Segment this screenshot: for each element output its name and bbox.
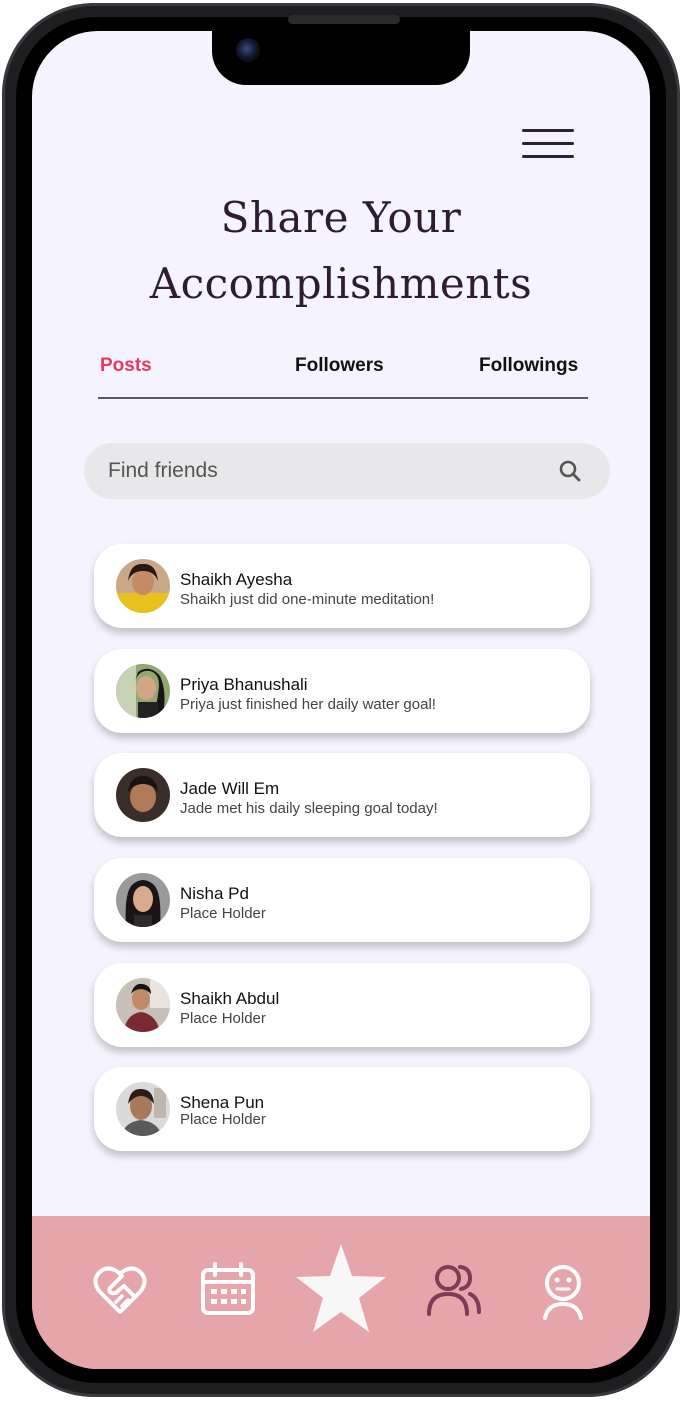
feed-card-name: Jade Will Em xyxy=(180,779,280,798)
search-icon[interactable] xyxy=(558,459,582,488)
star-icon[interactable] xyxy=(294,1242,388,1339)
feed-card[interactable]: Nisha Pd Place Holder xyxy=(94,858,590,942)
avatar xyxy=(116,978,170,1032)
calendar-icon[interactable] xyxy=(200,1262,256,1321)
page-title-line2: Accomplishments xyxy=(149,259,533,308)
feed-card-message: Shaikh just did one-minute meditation! xyxy=(180,591,435,608)
feed-card[interactable]: Shaikh Ayesha Shaikh just did one-minute… xyxy=(94,544,590,628)
search-bar[interactable]: Find friends xyxy=(84,443,610,499)
page-title-line1: Share Your xyxy=(220,193,462,242)
tab-posts[interactable]: Posts xyxy=(100,355,152,377)
feed-card-name: Shaikh Abdul xyxy=(180,989,280,1008)
feed-card-name: Shena Pun xyxy=(180,1093,265,1112)
heart-handshake-icon[interactable] xyxy=(92,1264,148,1321)
feed-card-message: Place Holder xyxy=(180,1111,266,1128)
feed-card-message: Place Holder xyxy=(180,905,266,922)
profile-icon[interactable] xyxy=(540,1264,586,1325)
bottom-nav xyxy=(32,1216,650,1369)
feed-card[interactable]: Shaikh Abdul Place Holder xyxy=(94,963,590,1047)
feed-card-message: Jade met his daily sleeping goal today! xyxy=(180,800,438,817)
tab-followers[interactable]: Followers xyxy=(295,355,384,377)
tab-bar: Posts Followers Followings xyxy=(98,353,588,399)
feed-card[interactable]: Shena Pun Place Holder xyxy=(94,1067,590,1151)
avatar xyxy=(116,873,170,927)
feed-card-name: Shaikh Ayesha xyxy=(180,570,293,589)
feed-card-name: Nisha Pd xyxy=(180,884,249,903)
search-input[interactable]: Find friends xyxy=(108,459,218,483)
avatar xyxy=(116,559,170,613)
avatar xyxy=(116,664,170,718)
people-icon[interactable] xyxy=(426,1262,482,1321)
feed-card[interactable]: Priya Bhanushali Priya just finished her… xyxy=(94,649,590,733)
feed-card-message: Place Holder xyxy=(180,1010,266,1027)
feed-card-message: Priya just finished her daily water goal… xyxy=(180,696,436,713)
feed-card[interactable]: Jade Will Em Jade met his daily sleeping… xyxy=(94,753,590,837)
phone-notch xyxy=(212,31,470,85)
avatar xyxy=(116,768,170,822)
hamburger-menu-icon[interactable] xyxy=(522,129,576,161)
speaker-grille xyxy=(288,15,400,24)
tab-followings[interactable]: Followings xyxy=(479,355,578,377)
feed-card-name: Priya Bhanushali xyxy=(180,675,308,694)
avatar xyxy=(116,1082,170,1136)
app-screen: Share Your Accomplishments Posts Followe… xyxy=(32,31,650,1369)
front-camera xyxy=(236,38,260,62)
